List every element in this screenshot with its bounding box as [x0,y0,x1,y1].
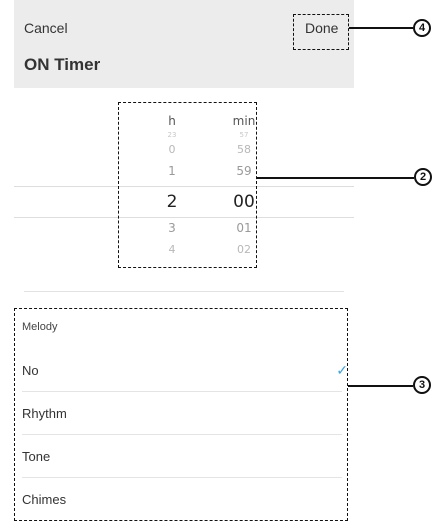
callout-2-leader [257,177,414,179]
section-divider [24,291,344,292]
cancel-button[interactable]: Cancel [24,20,68,36]
callout-4: 4 [413,19,431,37]
callout-2: 2 [414,168,432,186]
melody-highlight-box [14,308,348,521]
callout-3: 3 [413,376,431,394]
callout-3-leader [348,385,413,387]
callout-4-leader [349,27,413,29]
picker-highlight-box [118,102,257,268]
done-highlight-box [293,14,349,50]
page-title: ON Timer [24,55,101,74]
